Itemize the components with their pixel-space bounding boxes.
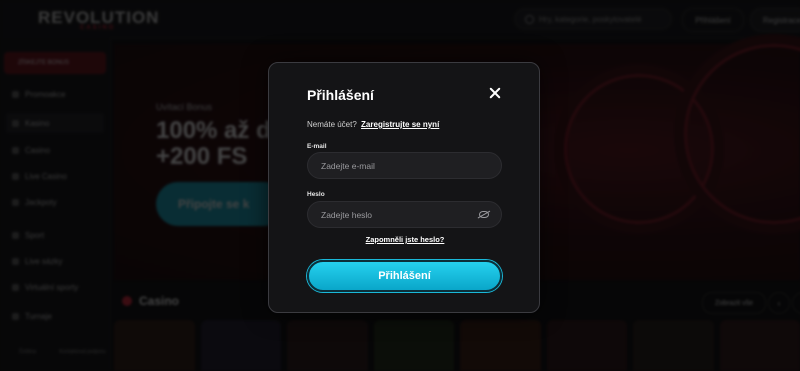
eye-slash-icon[interactable] xyxy=(479,211,489,218)
close-icon[interactable] xyxy=(487,85,503,101)
login-modal: Přihlášení Nemáte účet? Zaregistrujte se… xyxy=(268,62,540,313)
email-input[interactable] xyxy=(321,153,471,178)
password-input[interactable] xyxy=(321,202,471,227)
email-field[interactable] xyxy=(307,152,502,179)
email-label: E-mail xyxy=(307,143,327,150)
register-link[interactable]: Zaregistrujte se nyní xyxy=(361,120,439,129)
modal-title: Přihlášení xyxy=(307,87,374,103)
no-account-text: Nemáte účet? xyxy=(307,120,357,129)
password-label: Heslo xyxy=(307,191,325,198)
login-submit-button[interactable]: Přihlášení xyxy=(307,260,502,292)
password-field[interactable] xyxy=(307,201,502,228)
forgot-password-link[interactable]: Zapomněli jste heslo? xyxy=(269,235,541,244)
no-account-line: Nemáte účet? Zaregistrujte se nyní xyxy=(307,120,439,129)
